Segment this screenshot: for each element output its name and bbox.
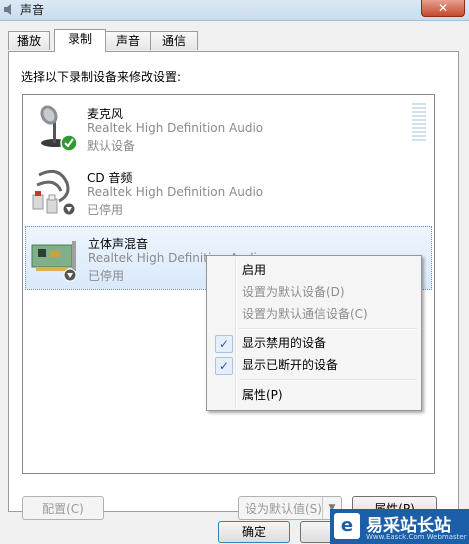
device-microphone[interactable]: 麦克风 Realtek High Definition Audio 默认设备 [25,97,430,159]
ok-button[interactable]: 确定 [218,521,290,543]
device-cd-audio[interactable]: CD 音频 Realtek High Definition Audio 已停用 [25,161,430,223]
microphone-icon [40,105,78,152]
configure-button[interactable]: 配置(C) [22,496,104,520]
tab-communications[interactable]: 通信 [150,31,198,50]
speaker-icon [4,4,11,15]
logo-icon: e [334,513,360,539]
menu-item-label: 属性(P) [242,388,283,402]
menu-item-label: 启用 [242,263,267,277]
checkmark-icon: ✓ [215,357,233,375]
menu-item-label: 显示禁用的设备 [242,336,327,350]
logo-subtext: Www.Easck.Com Webmaster [366,533,467,541]
menu-item-enable[interactable]: 启用 [209,260,419,280]
watermark-logo: e 易采站长站 Www.Easck.Com Webmaster [330,509,469,544]
tab-recording[interactable]: 录制 [54,29,106,52]
rca-cable-icon [32,169,76,216]
set-default-button[interactable]: 设为默认值(S) ▼ [238,496,342,520]
device-driver: Realtek High Definition Audio [87,185,264,199]
set-default-label: 设为默认值(S) [245,502,322,516]
context-menu: 启用 设置为默认设备(D) 设置为默认通信设备(C) ✓ 显示禁用的设备 ✓ 显… [206,255,422,411]
device-status: 默认设备 [87,139,136,153]
menu-item-properties[interactable]: 属性(P) [209,385,419,405]
device-name: 麦克风 [87,107,124,121]
menu-item-label: 设置为默认设备(D) [242,285,345,299]
close-button[interactable]: ✕ [421,0,465,17]
menu-separator [239,379,417,381]
menu-separator [239,328,417,330]
instruction-label: 选择以下录制设备来修改设置: [21,70,182,84]
device-status: 已停用 [87,203,124,217]
sound-card-icon [31,241,77,282]
checkmark-icon: ✓ [215,335,233,353]
menu-item-show-disabled[interactable]: ✓ 显示禁用的设备 [209,333,419,353]
device-driver: Realtek High Definition Audio [87,121,264,135]
device-status: 已停用 [88,269,125,283]
title-bar: 声音 ✕ [0,0,469,21]
device-name: CD 音频 [87,171,133,185]
menu-item-set-default-comm[interactable]: 设置为默认通信设备(C) [209,304,419,324]
tab-playback[interactable]: 播放 [8,31,50,50]
menu-item-label: 设置为默认通信设备(C) [242,307,368,321]
tab-sounds[interactable]: 声音 [104,31,152,50]
device-name: 立体声混音 [88,237,149,251]
window-title: 声音 [20,3,45,17]
menu-item-label: 显示已断开的设备 [242,358,339,372]
menu-item-show-disconnected[interactable]: ✓ 显示已断开的设备 [209,355,419,375]
menu-item-set-default[interactable]: 设置为默认设备(D) [209,282,419,302]
level-meter [412,103,426,143]
